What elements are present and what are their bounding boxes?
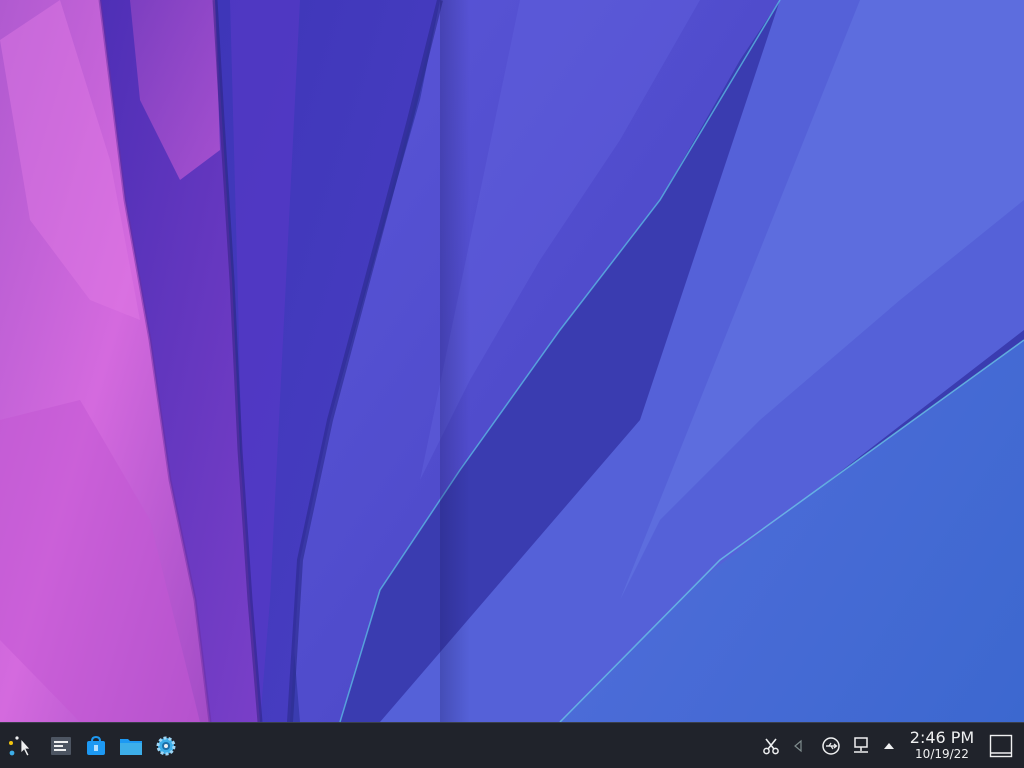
tray-expand-arrow-icon [884, 743, 894, 749]
show-desktop-button[interactable] [988, 732, 1014, 760]
volume-speaker-icon [794, 739, 802, 753]
network-tray-button[interactable] [849, 734, 873, 758]
discover-launcher[interactable] [81, 731, 111, 761]
settings-launcher[interactable] [151, 731, 181, 761]
wallpaper-graphic [0, 0, 1024, 722]
settings-gear-icon [156, 736, 176, 756]
digital-clock[interactable]: 2:46 PM 10/19/22 [900, 728, 984, 762]
system-settings-panel-icon [51, 737, 71, 755]
desktop-wallpaper [0, 0, 1024, 722]
show-desktop-icon [989, 734, 1013, 758]
tray-expand-button[interactable] [877, 734, 901, 758]
clock-time: 2:46 PM [909, 728, 975, 747]
clock-date: 10/19/22 [915, 747, 969, 761]
usb-device-icon [822, 737, 840, 755]
clipboard-tray-button[interactable] [759, 734, 783, 758]
system-settings-launcher[interactable] [46, 731, 76, 761]
dolphin-file-manager-icon [120, 739, 142, 755]
clipboard-scissors-icon [763, 738, 779, 755]
taskbar-panel: 2:46 PM 10/19/22 [0, 722, 1024, 768]
application-launcher-icon [9, 736, 31, 757]
application-launcher-button[interactable] [4, 731, 34, 761]
network-wired-icon [854, 737, 868, 753]
dolphin-launcher[interactable] [116, 731, 146, 761]
usb-device-tray-button[interactable] [819, 734, 843, 758]
volume-tray-button[interactable] [786, 734, 810, 758]
discover-store-icon [87, 735, 105, 755]
